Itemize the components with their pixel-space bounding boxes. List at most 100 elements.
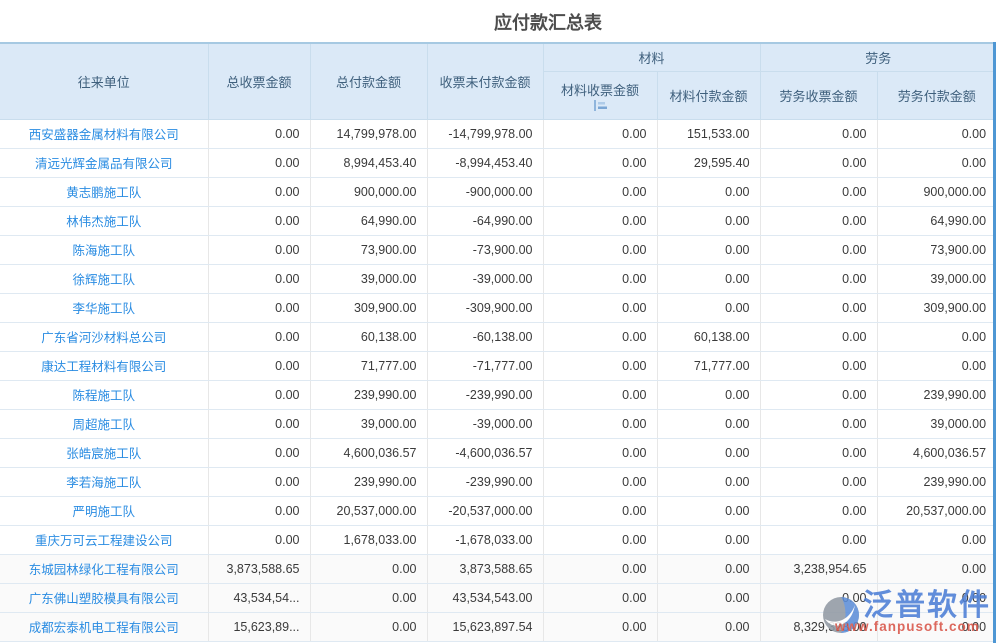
labor-payment-cell: 239,990.00 xyxy=(877,467,996,496)
counterparty-link[interactable]: 康达工程材料有限公司 xyxy=(0,351,208,380)
table-body: 西安盛器金属材料有限公司 0.00 14,799,978.00 -14,799,… xyxy=(0,119,996,641)
material-receipt-cell: 0.00 xyxy=(543,380,657,409)
receipt-unpaid-cell: -309,900.00 xyxy=(427,293,543,322)
counterparty-link[interactable]: 广东省河沙材料总公司 xyxy=(0,322,208,351)
receipt-unpaid-cell: -64,990.00 xyxy=(427,206,543,235)
material-receipt-cell: 0.00 xyxy=(543,496,657,525)
labor-receipt-cell: 8,329,323.00 xyxy=(760,612,877,641)
labor-receipt-cell: 0.00 xyxy=(760,583,877,612)
labor-payment-cell: 0.00 xyxy=(877,554,996,583)
total-payment-cell: 64,990.00 xyxy=(310,206,427,235)
column-header-material-receipt[interactable]: 材料收票金额 xyxy=(543,71,657,119)
total-payment-cell: 71,777.00 xyxy=(310,351,427,380)
column-header-material-receipt-label: 材料收票金额 xyxy=(561,80,639,99)
table-row: 东城园林绿化工程有限公司 3,873,588.65 0.00 3,873,588… xyxy=(0,554,996,583)
material-receipt-cell: 0.00 xyxy=(543,177,657,206)
total-receipt-cell: 0.00 xyxy=(208,525,310,554)
total-receipt-cell: 15,623,89... xyxy=(208,612,310,641)
material-receipt-cell: 0.00 xyxy=(543,206,657,235)
receipt-unpaid-cell: 15,623,897.54 xyxy=(427,612,543,641)
column-header-counterparty[interactable]: 往来单位 xyxy=(0,43,208,119)
counterparty-link[interactable]: 周超施工队 xyxy=(0,409,208,438)
column-header-total-payment[interactable]: 总付款金额 xyxy=(310,43,427,119)
receipt-unpaid-cell: -60,138.00 xyxy=(427,322,543,351)
total-payment-cell: 60,138.00 xyxy=(310,322,427,351)
total-receipt-cell: 0.00 xyxy=(208,235,310,264)
receipt-unpaid-cell: -39,000.00 xyxy=(427,409,543,438)
column-header-total-receipt[interactable]: 总收票金额 xyxy=(208,43,310,119)
table-row: 李若海施工队 0.00 239,990.00 -239,990.00 0.00 … xyxy=(0,467,996,496)
counterparty-link[interactable]: 陈海施工队 xyxy=(0,235,208,264)
receipt-unpaid-cell: -39,000.00 xyxy=(427,264,543,293)
labor-receipt-cell: 0.00 xyxy=(760,293,877,322)
counterparty-link[interactable]: 广东佛山塑胶模具有限公司 xyxy=(0,583,208,612)
material-payment-cell: 0.00 xyxy=(657,467,760,496)
labor-payment-cell: 0.00 xyxy=(877,322,996,351)
table-row: 黄志鹏施工队 0.00 900,000.00 -900,000.00 0.00 … xyxy=(0,177,996,206)
receipt-unpaid-cell: -71,777.00 xyxy=(427,351,543,380)
counterparty-link[interactable]: 成都宏泰机电工程有限公司 xyxy=(0,612,208,641)
total-payment-cell: 73,900.00 xyxy=(310,235,427,264)
counterparty-link[interactable]: 西安盛器金属材料有限公司 xyxy=(0,119,208,148)
material-receipt-cell: 0.00 xyxy=(543,583,657,612)
column-header-labor-payment[interactable]: 劳务付款金额 xyxy=(877,71,996,119)
material-payment-cell: 29,595.40 xyxy=(657,148,760,177)
counterparty-link[interactable]: 重庆万可云工程建设公司 xyxy=(0,525,208,554)
receipt-unpaid-cell: -1,678,033.00 xyxy=(427,525,543,554)
column-group-material: 材料 xyxy=(543,43,760,71)
labor-receipt-cell: 0.00 xyxy=(760,409,877,438)
total-payment-cell: 39,000.00 xyxy=(310,264,427,293)
total-receipt-cell: 0.00 xyxy=(208,467,310,496)
counterparty-link[interactable]: 张皓宸施工队 xyxy=(0,438,208,467)
table-row: 广东佛山塑胶模具有限公司 43,534,54... 0.00 43,534,54… xyxy=(0,583,996,612)
material-payment-cell: 71,777.00 xyxy=(657,351,760,380)
counterparty-link[interactable]: 陈程施工队 xyxy=(0,380,208,409)
material-payment-cell: 0.00 xyxy=(657,206,760,235)
material-receipt-cell: 0.00 xyxy=(543,612,657,641)
table-row: 重庆万可云工程建设公司 0.00 1,678,033.00 -1,678,033… xyxy=(0,525,996,554)
counterparty-link[interactable]: 李华施工队 xyxy=(0,293,208,322)
labor-receipt-cell: 0.00 xyxy=(760,235,877,264)
counterparty-link[interactable]: 严明施工队 xyxy=(0,496,208,525)
total-payment-cell: 0.00 xyxy=(310,612,427,641)
column-group-labor: 劳务 xyxy=(760,43,996,71)
labor-payment-cell: 0.00 xyxy=(877,525,996,554)
material-receipt-cell: 0.00 xyxy=(543,293,657,322)
column-header-labor-receipt[interactable]: 劳务收票金额 xyxy=(760,71,877,119)
table-header: 往来单位 总收票金额 总付款金额 收票未付款金额 材料 劳务 材料收票金额 xyxy=(0,43,996,119)
labor-receipt-cell: 0.00 xyxy=(760,467,877,496)
counterparty-link[interactable]: 东城园林绿化工程有限公司 xyxy=(0,554,208,583)
receipt-unpaid-cell: -900,000.00 xyxy=(427,177,543,206)
receipt-unpaid-cell: 3,873,588.65 xyxy=(427,554,543,583)
table-row: 张皓宸施工队 0.00 4,600,036.57 -4,600,036.57 0… xyxy=(0,438,996,467)
counterparty-link[interactable]: 清远光辉金属品有限公司 xyxy=(0,148,208,177)
table-row: 成都宏泰机电工程有限公司 15,623,89... 0.00 15,623,89… xyxy=(0,612,996,641)
total-receipt-cell: 0.00 xyxy=(208,119,310,148)
table-row: 广东省河沙材料总公司 0.00 60,138.00 -60,138.00 0.0… xyxy=(0,322,996,351)
total-payment-cell: 239,990.00 xyxy=(310,467,427,496)
counterparty-link[interactable]: 黄志鹏施工队 xyxy=(0,177,208,206)
labor-payment-cell: 309,900.00 xyxy=(877,293,996,322)
receipt-unpaid-cell: 43,534,543.00 xyxy=(427,583,543,612)
material-receipt-cell: 0.00 xyxy=(543,322,657,351)
sort-icon[interactable] xyxy=(593,100,608,111)
material-payment-cell: 0.00 xyxy=(657,583,760,612)
counterparty-link[interactable]: 李若海施工队 xyxy=(0,467,208,496)
table-row: 林伟杰施工队 0.00 64,990.00 -64,990.00 0.00 0.… xyxy=(0,206,996,235)
labor-payment-cell: 0.00 xyxy=(877,612,996,641)
receipt-unpaid-cell: -73,900.00 xyxy=(427,235,543,264)
material-receipt-cell: 0.00 xyxy=(543,467,657,496)
column-header-receipt-unpaid[interactable]: 收票未付款金额 xyxy=(427,43,543,119)
column-header-material-payment[interactable]: 材料付款金额 xyxy=(657,71,760,119)
counterparty-link[interactable]: 林伟杰施工队 xyxy=(0,206,208,235)
receipt-unpaid-cell: -20,537,000.00 xyxy=(427,496,543,525)
labor-receipt-cell: 3,238,954.65 xyxy=(760,554,877,583)
material-payment-cell: 0.00 xyxy=(657,612,760,641)
labor-payment-cell: 0.00 xyxy=(877,583,996,612)
labor-receipt-cell: 0.00 xyxy=(760,380,877,409)
labor-payment-cell: 239,990.00 xyxy=(877,380,996,409)
counterparty-link[interactable]: 徐辉施工队 xyxy=(0,264,208,293)
total-payment-cell: 1,678,033.00 xyxy=(310,525,427,554)
labor-payment-cell: 900,000.00 xyxy=(877,177,996,206)
labor-payment-cell: 39,000.00 xyxy=(877,409,996,438)
